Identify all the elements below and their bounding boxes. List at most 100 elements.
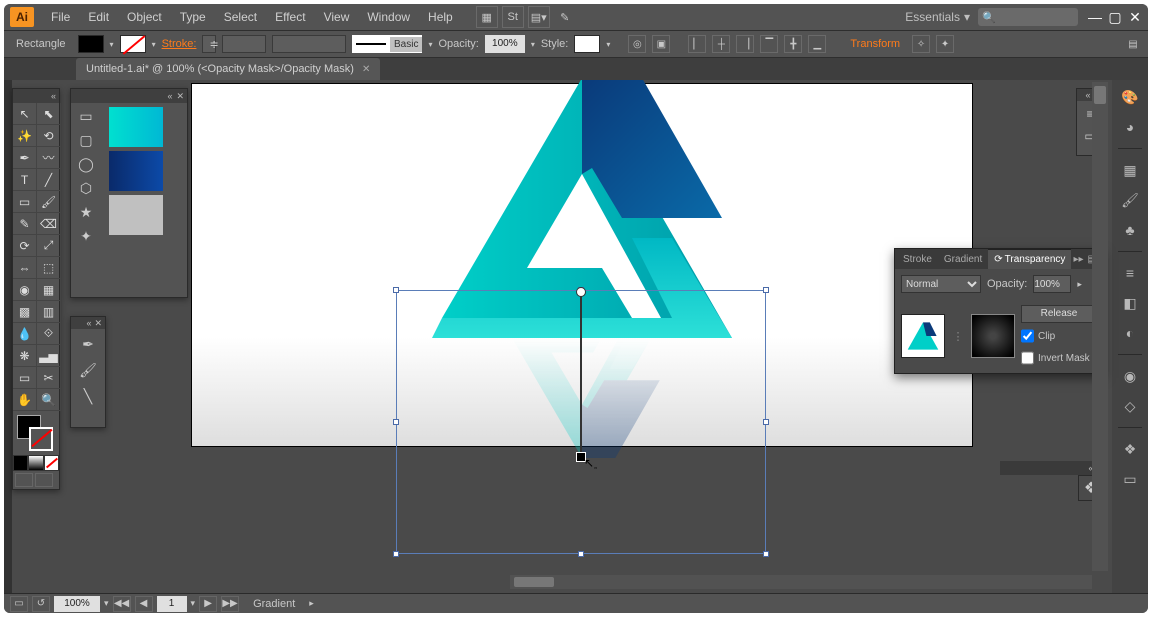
- status-menu-icon[interactable]: ▸: [309, 598, 314, 609]
- handle-lc[interactable]: [393, 419, 399, 425]
- clip-checkbox[interactable]: Clip: [1021, 327, 1097, 345]
- workspace-switcher[interactable]: Essentials▾: [897, 10, 978, 24]
- tab-stroke[interactable]: Stroke: [897, 249, 938, 269]
- feedback-icon[interactable]: ✎: [554, 6, 576, 28]
- collapse-icon[interactable]: «: [86, 318, 91, 328]
- align-bottom-icon[interactable]: ▁: [808, 35, 826, 53]
- shape-rounded-rect-icon[interactable]: ▢: [75, 131, 97, 149]
- transparency-panel-icon[interactable]: ◐: [1119, 322, 1141, 344]
- curvature-tool[interactable]: 〰: [37, 147, 61, 169]
- screen-mode-normal[interactable]: [15, 473, 33, 487]
- perspective-tool[interactable]: ▦: [37, 279, 61, 301]
- gradient-annotator[interactable]: [580, 292, 582, 458]
- fill-swatch-menu-icon[interactable]: ▾: [110, 40, 114, 49]
- magic-wand-tool[interactable]: ✨: [13, 125, 37, 147]
- close-icon[interactable]: ✕: [176, 91, 184, 102]
- mesh-tool[interactable]: ▩: [13, 301, 37, 323]
- stock-icon[interactable]: St: [502, 6, 524, 28]
- paintbrush-tool[interactable]: 🖌: [37, 191, 61, 213]
- recolor-icon[interactable]: ◎: [628, 35, 646, 53]
- artboard-menu-icon[interactable]: ▾: [191, 598, 196, 609]
- maximize-button[interactable]: ▢: [1108, 10, 1122, 24]
- menu-select[interactable]: Select: [215, 4, 266, 30]
- align-hcenter-icon[interactable]: ┼: [712, 35, 730, 53]
- horizontal-scrollbar[interactable]: [510, 575, 1092, 589]
- close-tab-icon[interactable]: ✕: [362, 64, 370, 75]
- panel-header[interactable]: «✕: [71, 89, 187, 103]
- handle-rc[interactable]: [763, 419, 769, 425]
- graphic-style-swatch[interactable]: [574, 35, 600, 53]
- stroke-swatch[interactable]: [120, 35, 146, 53]
- nav-prev-icon[interactable]: ◀: [135, 596, 153, 612]
- symbol-sprayer-tool[interactable]: ❋: [13, 345, 37, 367]
- collapse-icon[interactable]: «: [51, 91, 56, 101]
- menu-window[interactable]: Window: [358, 4, 419, 30]
- color-mode-solid[interactable]: [13, 455, 28, 471]
- stroke-panel-icon[interactable]: ≡: [1119, 262, 1141, 284]
- line-variant-icon[interactable]: ╲: [77, 385, 99, 407]
- hand-tool[interactable]: ✋: [13, 389, 37, 411]
- scrollbar-thumb[interactable]: [1094, 86, 1106, 104]
- paintbrush-variant-icon[interactable]: 🖌: [77, 359, 99, 381]
- align-left-icon[interactable]: ▏: [688, 35, 706, 53]
- menu-object[interactable]: Object: [118, 4, 171, 30]
- shape-polygon-icon[interactable]: ⬡: [75, 179, 97, 197]
- handle-bl[interactable]: [393, 551, 399, 557]
- opacity-input[interactable]: [1033, 275, 1071, 293]
- menu-help[interactable]: Help: [419, 4, 462, 30]
- color-mode-gradient[interactable]: [28, 455, 43, 471]
- pencil-tool[interactable]: ✎: [13, 213, 37, 235]
- collapse-icon[interactable]: «: [167, 91, 172, 101]
- color-panel-icon[interactable]: 🎨: [1119, 86, 1141, 108]
- isolate-icon[interactable]: ✧: [912, 35, 930, 53]
- brush-preview[interactable]: Basic: [352, 35, 422, 53]
- direct-selection-tool[interactable]: ⬉: [37, 103, 61, 125]
- shape-builder-tool[interactable]: ◉: [13, 279, 37, 301]
- appearance-panel-icon[interactable]: ◉: [1119, 365, 1141, 387]
- swatch-teal[interactable]: [109, 107, 163, 147]
- menu-file[interactable]: File: [42, 4, 79, 30]
- stroke-swatch-menu-icon[interactable]: ▾: [152, 40, 156, 49]
- brush-menu-icon[interactable]: ▾: [428, 40, 432, 49]
- color-guide-icon[interactable]: ◕: [1119, 116, 1141, 138]
- align-vcenter-icon[interactable]: ╋: [784, 35, 802, 53]
- bridge-icon[interactable]: ▦: [476, 6, 498, 28]
- tab-transparency[interactable]: ⟳Transparency: [988, 249, 1071, 269]
- invert-checkbox-input[interactable]: [1021, 349, 1034, 367]
- color-mode-none[interactable]: [44, 455, 59, 471]
- blend-mode-dropdown[interactable]: Normal: [901, 275, 981, 293]
- close-button[interactable]: ✕: [1128, 10, 1142, 24]
- mask-thumbnail[interactable]: [971, 314, 1015, 358]
- symbols-panel-icon[interactable]: ♣: [1119, 219, 1141, 241]
- pen-variant-icon[interactable]: ✒: [77, 333, 99, 355]
- swatches-panel-icon[interactable]: ▦: [1119, 159, 1141, 181]
- menu-view[interactable]: View: [315, 4, 359, 30]
- canvas[interactable]: ↖▫: [192, 84, 972, 593]
- swatch-navy[interactable]: [109, 151, 163, 191]
- artboard-tool[interactable]: ▭: [13, 367, 37, 389]
- layers-panel-icon[interactable]: ❖: [1119, 438, 1141, 460]
- opacity-slider-icon[interactable]: ▸: [1077, 279, 1082, 290]
- shape-ellipse-icon[interactable]: ◯: [75, 155, 97, 173]
- shape-rectangle-icon[interactable]: ▭: [75, 107, 97, 125]
- style-menu-icon[interactable]: ▾: [606, 40, 610, 49]
- slice-tool[interactable]: ✂: [37, 367, 61, 389]
- handle-tl[interactable]: [393, 287, 399, 293]
- artboard-nav-first-icon[interactable]: ▭: [10, 596, 28, 612]
- minimize-button[interactable]: —: [1088, 10, 1102, 24]
- stroke-indicator[interactable]: [29, 427, 53, 451]
- object-thumbnail[interactable]: [901, 314, 945, 358]
- opacity-menu-icon[interactable]: ▾: [531, 40, 535, 49]
- shape-flare-icon[interactable]: ✦: [75, 227, 97, 245]
- blend-tool[interactable]: ⟐: [37, 323, 61, 345]
- opacity-input[interactable]: 100%: [485, 35, 525, 53]
- handle-bc[interactable]: [578, 551, 584, 557]
- release-mask-button[interactable]: Release: [1021, 305, 1097, 323]
- stroke-weight-stepper[interactable]: ≑: [202, 35, 216, 53]
- arrange-icon[interactable]: ▤▾: [528, 6, 550, 28]
- menu-edit[interactable]: Edit: [79, 4, 118, 30]
- toolbox-header[interactable]: «: [13, 89, 59, 103]
- swatch-gray[interactable]: [109, 195, 163, 235]
- lasso-tool[interactable]: ⟲: [37, 125, 61, 147]
- rotate-tool[interactable]: ⟳: [13, 235, 37, 257]
